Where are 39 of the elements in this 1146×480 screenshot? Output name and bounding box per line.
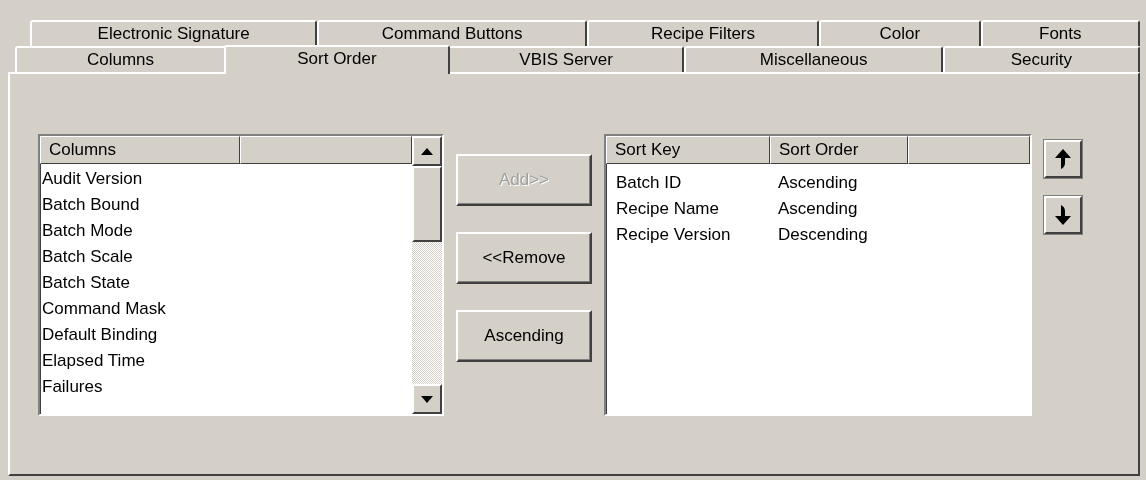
arrow-up-icon	[1055, 149, 1071, 169]
move-down-button[interactable]	[1044, 196, 1082, 234]
tab[interactable]: VBIS Server	[447, 46, 685, 72]
scroll-down-icon	[421, 395, 433, 403]
scroll-up-icon	[421, 147, 433, 155]
list-cell-text: Batch ID	[616, 173, 683, 193]
list-item[interactable]: Audit Version	[42, 166, 410, 192]
sort-list[interactable]: Sort Key Sort Order Batch ID Ascending Recipe Name Ascending Recipe Version Descending	[604, 134, 1032, 416]
tab[interactable]: Recipe Filters	[586, 20, 820, 46]
list-item[interactable]: Batch Mode	[42, 218, 410, 244]
tab[interactable]: Command Buttons	[317, 20, 587, 46]
list-cell-text: Ascending	[778, 173, 859, 193]
list-item[interactable]: Batch Scale	[42, 244, 410, 270]
column-header[interactable]: Sort Key	[606, 136, 770, 164]
move-up-button[interactable]	[1044, 140, 1082, 178]
tab[interactable]: Security	[942, 46, 1140, 72]
list-item[interactable]: Elapsed Time	[42, 348, 410, 374]
list-item[interactable]: Batch State	[42, 270, 410, 296]
tab[interactable]: Columns	[15, 46, 226, 72]
list-item[interactable]: Batch Bound	[42, 192, 410, 218]
tab[interactable]: Sort Order	[224, 45, 450, 74]
columns-list[interactable]: Columns Audit Version Batch Bound Batch Mode Batch Scale Batch State Command Mask Default Binding Elapsed Time Failures	[38, 134, 444, 416]
tab[interactable]: Fonts	[980, 20, 1140, 46]
list-item[interactable]: Command Mask	[42, 296, 410, 322]
list-cell-text: Recipe Name	[616, 199, 720, 219]
list-item[interactable]: Failures	[42, 374, 410, 400]
column-header[interactable]: Columns	[40, 136, 240, 164]
scrollbar[interactable]	[412, 136, 442, 414]
list-cell-text: Descending	[778, 225, 869, 245]
tab[interactable]: Miscellaneous	[684, 46, 943, 72]
tab[interactable]: Color	[819, 20, 981, 46]
button[interactable]: Ascending	[456, 310, 592, 362]
list-item[interactable]: Default Binding	[42, 322, 410, 348]
button[interactable]: <<Remove	[456, 232, 592, 284]
arrow-down-icon	[1055, 205, 1071, 225]
list-cell-text: Recipe Version	[616, 225, 732, 245]
list-cell-text: Ascending	[778, 199, 859, 219]
tab[interactable]: Electronic Signature	[30, 20, 318, 46]
column-header[interactable]: Sort Order	[770, 136, 908, 164]
